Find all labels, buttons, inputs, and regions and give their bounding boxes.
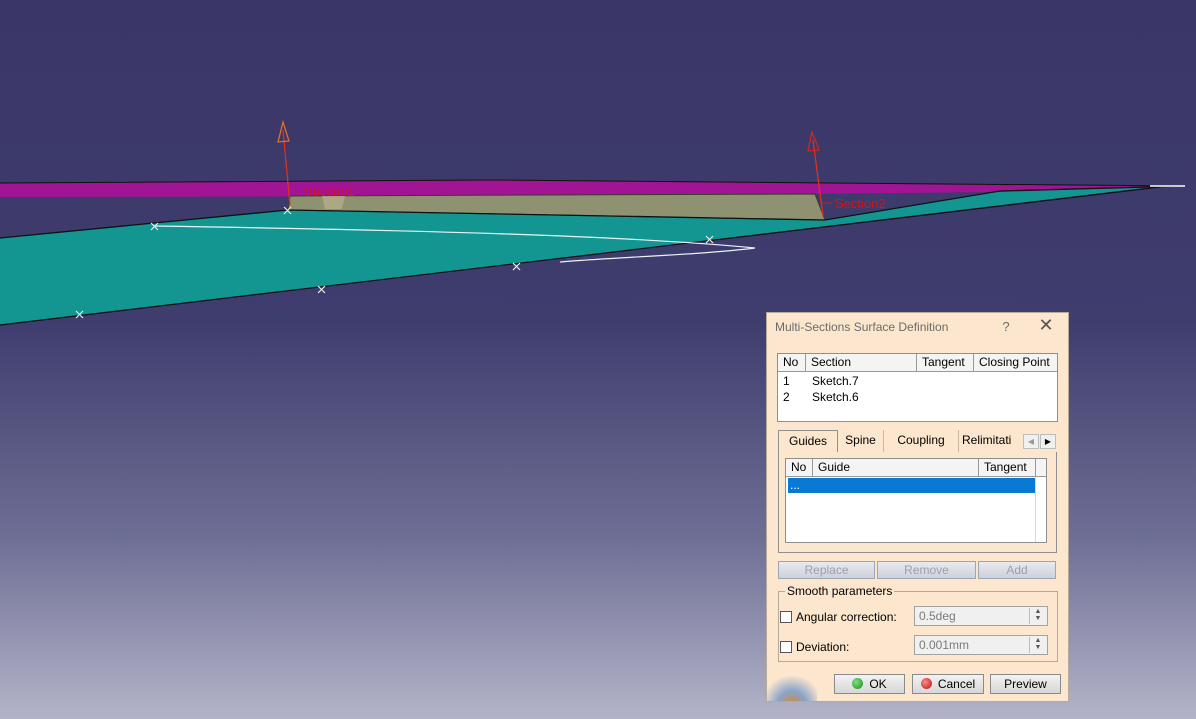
section2-label[interactable]: Section2 xyxy=(835,196,886,211)
preview-button[interactable]: Preview xyxy=(990,674,1061,694)
section-row-1-no[interactable]: 1 xyxy=(783,374,790,389)
cancel-button[interactable]: Cancel xyxy=(912,674,984,694)
tab-spine[interactable]: Spine xyxy=(838,430,884,452)
deviation-field[interactable]: 0.001mm ▲ ▼ xyxy=(914,635,1048,655)
close-button[interactable]: ✕ xyxy=(1037,316,1055,334)
ok-button-label: OK xyxy=(869,677,887,691)
tab-scroll-left-icon[interactable]: ◀ xyxy=(1023,434,1039,449)
section1-label[interactable]: Section1 xyxy=(304,184,355,199)
tab-bar: Guides Spine Coupling Relimitati ◀ ▶ xyxy=(778,430,1058,452)
multi-sections-dialog: Multi-Sections Surface Definition ? ✕ No… xyxy=(766,312,1069,702)
guides-panel: No Guide Tangent ... xyxy=(778,452,1057,553)
cancel-button-label: Cancel xyxy=(937,677,976,691)
tab-coupling[interactable]: Coupling xyxy=(884,430,959,452)
guides-scrollbar[interactable] xyxy=(1035,477,1046,542)
smooth-parameters-title: Smooth parameters xyxy=(785,584,895,598)
tab-relimitation[interactable]: Relimitati xyxy=(959,430,1013,452)
angular-correction-value: 0.5deg xyxy=(919,609,956,623)
cancel-icon xyxy=(920,678,932,689)
section-row-2-name[interactable]: Sketch.6 xyxy=(812,390,859,405)
tab-scroll-right-icon[interactable]: ▶ xyxy=(1040,434,1056,449)
section-row-2-no[interactable]: 2 xyxy=(783,390,790,405)
deviation-checkbox[interactable] xyxy=(780,641,792,653)
angular-correction-checkbox[interactable] xyxy=(780,611,792,623)
deviation-label: Deviation: xyxy=(796,640,850,654)
guide-column-header-guide[interactable]: Guide xyxy=(813,459,979,477)
add-button[interactable]: Add xyxy=(978,561,1056,579)
column-header-no[interactable]: No xyxy=(778,354,806,372)
catia-logo-icon xyxy=(767,671,817,701)
replace-button[interactable]: Replace xyxy=(778,561,875,579)
tab-guides[interactable]: Guides xyxy=(778,430,838,452)
help-button[interactable]: ? xyxy=(998,319,1014,334)
guide-column-header-no[interactable]: No xyxy=(786,459,813,477)
column-header-tangent[interactable]: Tangent xyxy=(917,354,974,372)
deviation-value: 0.001mm xyxy=(919,638,970,652)
ok-icon xyxy=(852,678,864,689)
section-row-1-name[interactable]: Sketch.7 xyxy=(812,374,859,389)
column-header-closing-point[interactable]: Closing Point xyxy=(974,354,1057,372)
guide-column-header-tangent[interactable]: Tangent xyxy=(979,459,1036,477)
angular-correction-spinner-icon[interactable]: ▲ ▼ xyxy=(1029,608,1046,624)
column-header-section[interactable]: Section xyxy=(806,354,917,372)
angular-correction-label: Angular correction: xyxy=(796,610,897,624)
sections-list[interactable]: No Section Tangent Closing Point 1 Sketc… xyxy=(777,353,1058,422)
guides-list[interactable]: No Guide Tangent ... xyxy=(785,458,1047,543)
guide-row-1-no[interactable]: ... xyxy=(790,478,800,492)
ok-button[interactable]: OK xyxy=(834,674,905,694)
angular-correction-field[interactable]: 0.5deg ▲ ▼ xyxy=(914,606,1048,626)
dialog-title: Multi-Sections Surface Definition xyxy=(775,320,949,334)
remove-button[interactable]: Remove xyxy=(877,561,976,579)
guide-row-selected[interactable]: ... xyxy=(788,478,1036,493)
guide-column-header-filler xyxy=(1036,459,1046,477)
deviation-spinner-icon[interactable]: ▲ ▼ xyxy=(1029,637,1046,653)
